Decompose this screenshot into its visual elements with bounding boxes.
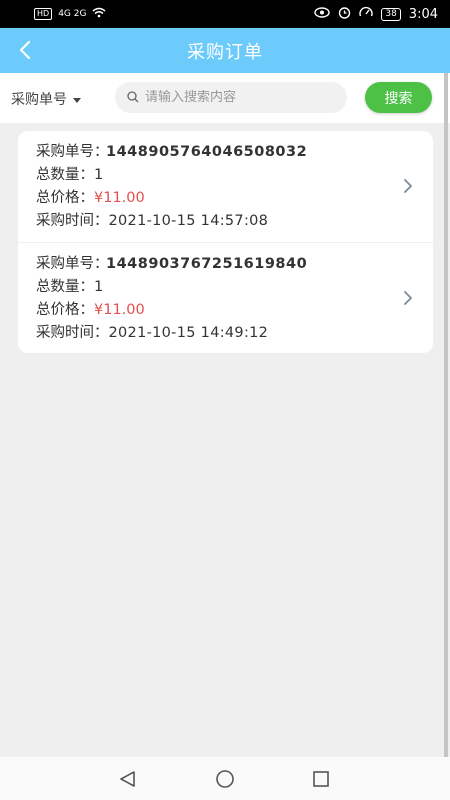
chevron-left-icon[interactable] — [14, 38, 38, 62]
status-bar: HD 4G 2G 38 3:04 — [0, 0, 450, 28]
nav-recents-icon[interactable] — [311, 769, 331, 789]
nav-back-icon[interactable] — [118, 769, 138, 789]
price-row: 总价格：¥11.00 — [36, 187, 433, 210]
price-value: ¥11.00 — [94, 302, 145, 318]
scrollbar[interactable] — [444, 73, 448, 757]
price-value: ¥11.00 — [94, 190, 145, 206]
order-no-label: 采购单号： — [36, 144, 109, 160]
order-no-row: 采购单号：1448903767251619840 — [36, 253, 433, 276]
app-header: 采购订单 — [0, 28, 450, 73]
status-right: 38 3:04 — [314, 6, 438, 23]
price-label: 总价格： — [36, 190, 94, 206]
search-field-dropdown[interactable]: 采购单号 — [11, 89, 81, 109]
order-no-value: 1448905764046508032 — [106, 144, 308, 160]
page-title: 采购订单 — [187, 41, 263, 63]
order-no-value: 1448903767251619840 — [106, 256, 308, 272]
time-row: 采购时间：2021-10-15 14:57:08 — [36, 210, 433, 233]
alarm-icon — [338, 6, 351, 23]
chevron-right-icon[interactable] — [401, 289, 415, 307]
time-label: 采购时间： — [36, 325, 109, 341]
search-input[interactable] — [145, 90, 335, 105]
eye-icon — [314, 6, 331, 22]
time-value: 2021-10-15 14:49:12 — [108, 325, 269, 341]
search-box[interactable] — [115, 82, 347, 113]
price-row: 总价格：¥11.00 — [36, 299, 433, 322]
quantity-label: 总数量： — [36, 279, 94, 295]
price-label: 总价格： — [36, 302, 94, 318]
speed-icon — [359, 6, 374, 22]
quantity-row: 总数量：1 — [36, 164, 433, 187]
order-list: 采购单号：1448905764046508032 总数量：1 总价格：¥11.0… — [18, 131, 433, 353]
quantity-value: 1 — [94, 279, 104, 295]
quantity-row: 总数量：1 — [36, 276, 433, 299]
search-button[interactable]: 搜索 — [365, 82, 432, 113]
wifi-icon — [92, 7, 106, 21]
search-field-label: 采购单号 — [11, 92, 67, 108]
time-label: 采购时间： — [36, 213, 109, 229]
status-left: HD 4G 2G — [34, 7, 106, 21]
order-card[interactable]: 采购单号：1448905764046508032 总数量：1 总价格：¥11.0… — [18, 131, 433, 242]
time-value: 2021-10-15 14:57:08 — [108, 213, 269, 229]
battery-indicator: 38 — [381, 7, 401, 21]
system-nav-bar — [0, 757, 450, 800]
hd-badge: HD — [34, 8, 53, 20]
order-no-label: 采购单号： — [36, 256, 109, 272]
nav-home-icon[interactable] — [215, 769, 235, 789]
clock-time: 3:04 — [408, 6, 438, 22]
caret-down-icon — [73, 97, 81, 103]
order-no-row: 采购单号：1448905764046508032 — [36, 141, 433, 164]
order-card[interactable]: 采购单号：1448903767251619840 总数量：1 总价格：¥11.0… — [18, 242, 433, 353]
signal-text: 4G 2G — [58, 9, 87, 19]
quantity-value: 1 — [94, 167, 104, 183]
time-row: 采购时间：2021-10-15 14:49:12 — [36, 322, 433, 345]
search-icon — [127, 88, 139, 107]
chevron-right-icon[interactable] — [401, 177, 415, 195]
quantity-label: 总数量： — [36, 167, 94, 183]
